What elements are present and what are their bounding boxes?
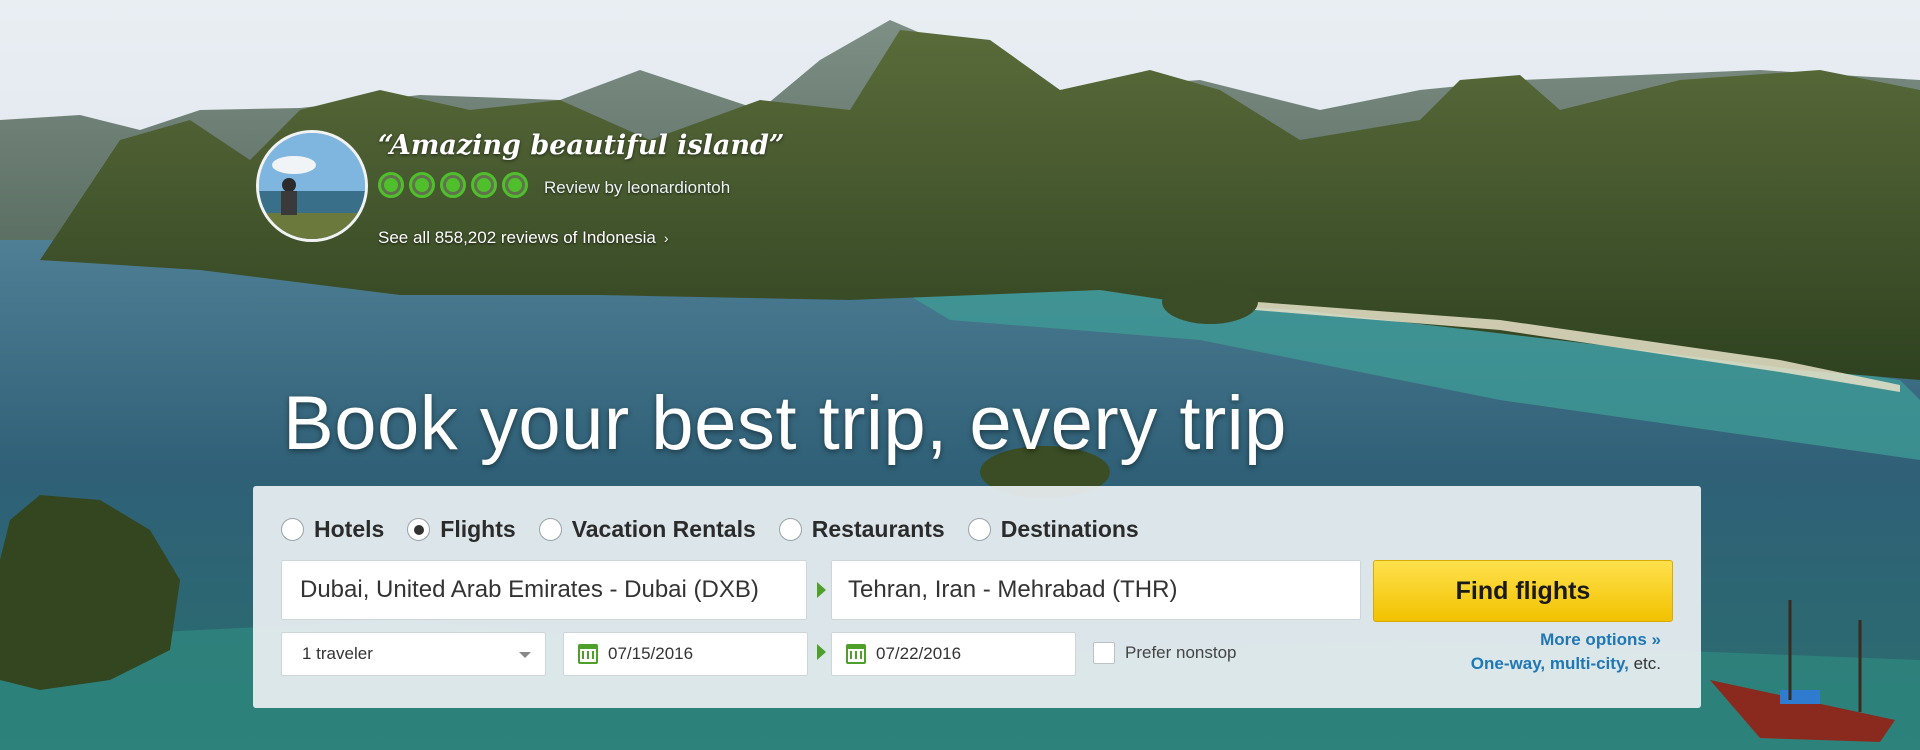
origin-input[interactable]: Dubai, United Arab Emirates - Dubai (DXB… bbox=[281, 560, 807, 620]
travelers-value: 1 traveler bbox=[302, 644, 373, 663]
more-options-link[interactable]: More options » bbox=[1471, 630, 1661, 650]
featured-review: “Amazing beautiful island” Review by leo… bbox=[256, 130, 784, 250]
radio-restaurants[interactable] bbox=[778, 518, 802, 541]
bubble-rating bbox=[378, 172, 528, 198]
calendar-icon bbox=[578, 644, 598, 664]
tab-restaurants[interactable]: Restaurants bbox=[778, 516, 945, 543]
calendar-icon bbox=[846, 644, 866, 664]
radio-vacation-rentals[interactable] bbox=[538, 518, 562, 541]
arrow-right-icon bbox=[817, 644, 826, 660]
find-flights-button[interactable]: Find flights bbox=[1373, 560, 1673, 622]
prefer-nonstop-option[interactable]: Prefer nonstop bbox=[1093, 642, 1237, 664]
destination-input[interactable]: Tehran, Iran - Mehrabad (THR) bbox=[831, 560, 1361, 620]
search-panel: Hotels Flights Vacation Rentals Restaura… bbox=[253, 486, 1701, 708]
depart-date-field[interactable]: 07/15/2016 bbox=[563, 632, 808, 676]
rating-bubble-icon bbox=[378, 172, 404, 198]
more-options-links: More options » One-way, multi-city, etc. bbox=[1471, 630, 1661, 674]
arrow-right-icon bbox=[817, 582, 826, 598]
one-way-multi-city-link[interactable]: One-way, multi-city, bbox=[1471, 654, 1629, 673]
rating-bubble-icon bbox=[471, 172, 497, 198]
tab-destinations[interactable]: Destinations bbox=[967, 516, 1139, 543]
tab-label: Hotels bbox=[314, 516, 385, 542]
rating-bubble-icon bbox=[440, 172, 466, 198]
see-all-reviews-link[interactable]: See all 858,202 reviews of Indonesia › bbox=[378, 228, 669, 248]
search-type-tabs: Hotels Flights Vacation Rentals Restaura… bbox=[281, 516, 1162, 543]
tab-label: Vacation Rentals bbox=[571, 516, 756, 542]
prefer-nonstop-label: Prefer nonstop bbox=[1125, 643, 1237, 662]
see-all-reviews-label: See all 858,202 reviews of Indonesia bbox=[378, 228, 656, 247]
chevron-down-icon bbox=[519, 652, 531, 658]
radio-hotels[interactable] bbox=[281, 518, 304, 541]
one-way-multi-city-row: One-way, multi-city, etc. bbox=[1471, 654, 1661, 674]
rating-bubble-icon bbox=[409, 172, 435, 198]
review-quote[interactable]: “Amazing beautiful island” bbox=[378, 130, 784, 161]
tab-hotels[interactable]: Hotels bbox=[281, 516, 384, 543]
page-headline: Book your best trip, every trip bbox=[283, 381, 1287, 466]
depart-date-value: 07/15/2016 bbox=[608, 644, 694, 663]
chevron-right-icon: › bbox=[663, 230, 669, 246]
travelers-select[interactable]: 1 traveler bbox=[281, 632, 546, 676]
return-date-value: 07/22/2016 bbox=[876, 644, 962, 663]
prefer-nonstop-checkbox[interactable] bbox=[1093, 642, 1115, 664]
tab-label: Restaurants bbox=[811, 516, 945, 542]
tab-label: Flights bbox=[440, 516, 516, 542]
review-author: Review by leonardiontoh bbox=[544, 178, 731, 197]
radio-destinations[interactable] bbox=[967, 518, 991, 541]
tab-flights[interactable]: Flights bbox=[407, 516, 516, 543]
etc-text: etc. bbox=[1628, 654, 1661, 673]
radio-flights[interactable] bbox=[407, 518, 431, 541]
reviewer-avatar[interactable] bbox=[256, 130, 368, 242]
rating-bubble-icon bbox=[502, 172, 528, 198]
return-date-field[interactable]: 07/22/2016 bbox=[831, 632, 1076, 676]
tab-label: Destinations bbox=[1000, 516, 1139, 542]
tab-vacation-rentals[interactable]: Vacation Rentals bbox=[538, 516, 756, 543]
